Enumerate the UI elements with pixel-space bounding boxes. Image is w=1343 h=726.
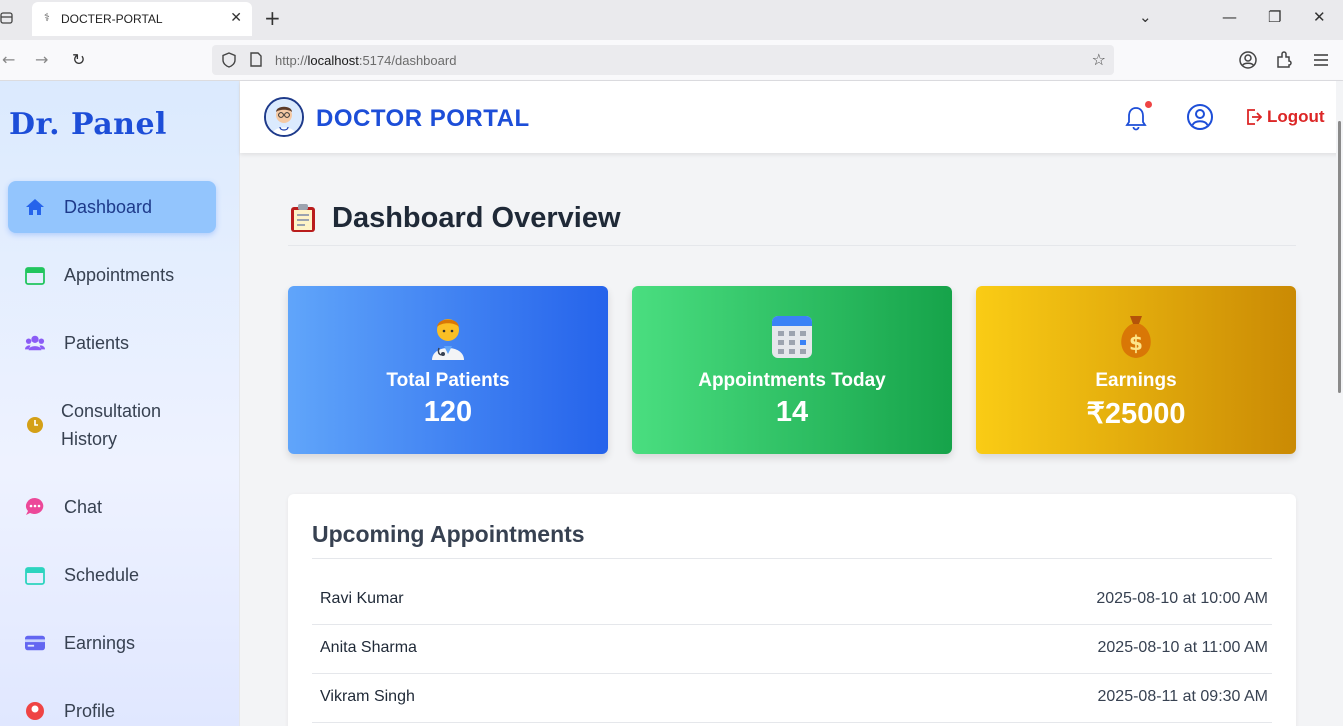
browser-nav-bar: ← → ↻ http://localhost:5174/dashboard ☆ <box>0 40 1343 81</box>
new-tab-icon[interactable]: + <box>264 6 281 30</box>
chat-icon <box>25 497 45 517</box>
sidebar-item-label: Profile <box>64 700 116 721</box>
tab-close-icon[interactable]: ✕ <box>230 10 242 26</box>
users-icon <box>25 333 45 353</box>
card-label: Earnings <box>1095 370 1177 391</box>
patient-name: Ravi Kumar <box>320 590 404 607</box>
shield-icon[interactable] <box>222 52 236 68</box>
tab-list-icon[interactable] <box>0 11 14 25</box>
sidebar-item-label: Dashboard <box>64 196 153 217</box>
user-circle-icon[interactable] <box>1186 103 1214 131</box>
forward-icon[interactable]: → <box>35 50 48 69</box>
sidebar-item-profile[interactable]: Profile <box>8 685 216 726</box>
menu-icon[interactable] <box>1311 50 1331 70</box>
appointment-time: 2025-08-11 at 09:30 AM <box>1097 688 1269 705</box>
sidebar-item-dashboard[interactable]: Dashboard <box>8 181 216 233</box>
calendar-icon <box>25 265 45 285</box>
appointment-row[interactable]: Vikram Singh 2025-08-11 at 09:30 AM <box>312 674 1272 723</box>
sidebar-item-consultation-history[interactable]: Consultation History <box>8 391 216 459</box>
extensions-icon[interactable] <box>1274 50 1294 70</box>
browser-tab-bar: ⚕ DOCTER-PORTAL ✕ + ⌄ — ❐ ✕ <box>0 0 1343 40</box>
calendar-icon <box>25 565 45 585</box>
minimize-icon[interactable]: — <box>1222 8 1237 26</box>
clock-icon <box>25 415 45 435</box>
appointment-time: 2025-08-10 at 11:00 AM <box>1097 639 1269 656</box>
card-value: 120 <box>423 396 473 428</box>
main-content: Dashboard Overview Total Patients 120 Ap… <box>240 153 1336 726</box>
url-text[interactable]: http://localhost:5174/dashboard <box>275 53 456 68</box>
appointment-row[interactable]: Anita Sharma 2025-08-10 at 11:00 AM <box>312 625 1272 674</box>
total-patients-card: Total Patients 120 <box>288 286 608 454</box>
logout-button[interactable]: Logout <box>1246 107 1325 127</box>
scrollbar-thumb[interactable] <box>1338 121 1341 393</box>
appointment-time: 2025-08-10 at 10:00 AM <box>1096 590 1268 607</box>
section-title: Upcoming Appointments <box>312 521 585 547</box>
home-icon <box>25 197 45 217</box>
back-icon[interactable]: ← <box>2 50 15 69</box>
sidebar-item-label: Patients <box>64 332 130 353</box>
sidebar-item-patients[interactable]: Patients <box>8 317 216 369</box>
bookmark-star-icon[interactable]: ☆ <box>1092 50 1106 69</box>
card-value: 14 <box>775 396 809 428</box>
url-bar[interactable]: http://localhost:5174/dashboard ☆ <box>212 45 1114 75</box>
account-icon[interactable] <box>1238 50 1258 70</box>
appointment-row[interactable]: Ravi Kumar 2025-08-10 at 10:00 AM <box>312 576 1272 625</box>
sidebar-item-appointments[interactable]: Appointments <box>8 249 216 301</box>
page-title-section: Dashboard Overview <box>288 201 1296 246</box>
top-header: DOCTOR PORTAL Logout <box>240 81 1343 153</box>
reload-icon[interactable]: ↻ <box>72 50 85 69</box>
earnings-card: $ Earnings ₹25000 <box>976 286 1296 454</box>
sidebar-brand: Dr. Panel <box>9 107 167 142</box>
portal-title: DOCTOR PORTAL <box>316 105 530 132</box>
appointments-today-card: Appointments Today 14 <box>632 286 952 454</box>
page-scrollbar[interactable] <box>1336 81 1343 726</box>
sidebar: Dr. Panel Dashboard Appointments Patient… <box>0 81 240 726</box>
sidebar-item-label: Earnings <box>64 632 136 653</box>
divider <box>312 558 1272 559</box>
svg-text:$: $ <box>1129 331 1143 355</box>
notification-dot <box>1145 101 1152 108</box>
patient-name: Vikram Singh <box>320 688 415 705</box>
close-window-icon[interactable]: ✕ <box>1313 8 1326 26</box>
patient-name: Anita Sharma <box>320 639 417 656</box>
card-label: Total Patients <box>386 370 510 391</box>
logout-label: Logout <box>1267 107 1325 126</box>
money-bag-emoji-icon: $ <box>1121 316 1151 358</box>
chevron-down-icon[interactable]: ⌄ <box>1139 8 1152 26</box>
clipboard-emoji-icon <box>291 204 315 232</box>
logout-icon <box>1247 109 1262 125</box>
upcoming-appointments-panel: Upcoming Appointments Ravi Kumar 2025-08… <box>288 494 1296 726</box>
doctor-avatar <box>264 97 304 137</box>
sidebar-item-label: Consultation History <box>61 401 162 449</box>
sidebar-item-label: Appointments <box>64 264 175 285</box>
tab-title: DOCTER-PORTAL <box>61 12 163 26</box>
sidebar-item-schedule[interactable]: Schedule <box>8 549 216 601</box>
page-title: Dashboard Overview <box>332 202 621 234</box>
tab-favicon-icon: ⚕ <box>44 11 50 24</box>
browser-tab[interactable]: ⚕ DOCTER-PORTAL ✕ <box>32 2 252 36</box>
page-info-icon[interactable] <box>250 52 262 67</box>
calendar-emoji-icon <box>772 316 812 358</box>
user-icon <box>25 701 45 721</box>
doctor-emoji-icon <box>432 319 464 360</box>
sidebar-item-label: Chat <box>64 496 103 517</box>
restore-icon[interactable]: ❐ <box>1268 8 1281 26</box>
card-value: ₹25000 <box>1086 398 1186 430</box>
bell-icon[interactable] <box>1124 105 1148 131</box>
sidebar-item-label: Schedule <box>64 564 140 585</box>
sidebar-item-earnings[interactable]: Earnings <box>8 617 216 669</box>
card-label: Appointments Today <box>698 370 886 391</box>
sidebar-item-chat[interactable]: Chat <box>8 481 216 533</box>
credit-card-icon <box>25 633 45 653</box>
